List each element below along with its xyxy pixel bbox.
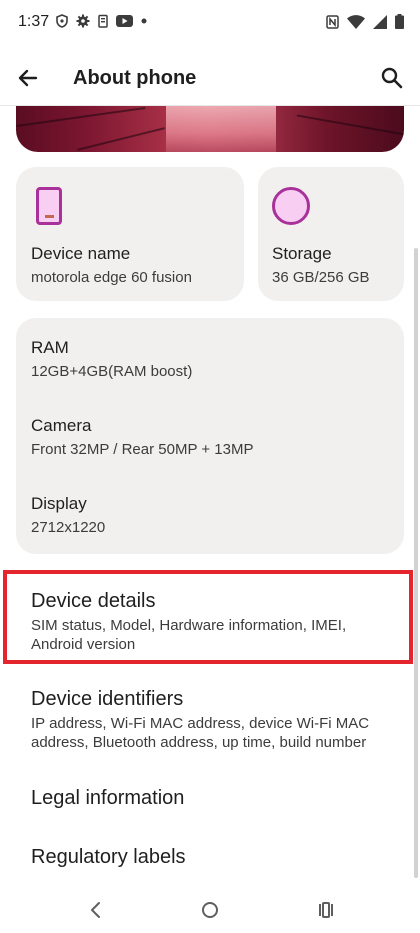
scrollbar[interactable] [414, 248, 418, 878]
status-right-icons [326, 14, 404, 29]
highlight-box [3, 570, 413, 664]
status-left-icons [56, 14, 147, 28]
ram-value: 12GB+4GB(RAM boost) [31, 363, 193, 380]
arrow-back-icon [18, 69, 38, 87]
nav-home-button[interactable] [196, 898, 224, 922]
back-button[interactable] [12, 62, 44, 94]
ram-label: RAM [31, 338, 69, 357]
settings-gear-icon [76, 14, 90, 28]
page-title: About phone [73, 67, 197, 89]
display-label: Display [31, 494, 87, 513]
wallpaper-line [77, 127, 165, 151]
regulatory-labels-title: Regulatory labels [31, 846, 186, 868]
wallpaper-preview[interactable] [16, 106, 404, 152]
wallpaper-sky [166, 106, 276, 152]
storage-circle-icon [272, 187, 310, 225]
nav-bar [0, 888, 420, 933]
dot-icon [141, 18, 147, 24]
device-name-value: motorola edge 60 fusion [31, 269, 192, 286]
wallpaper-line [296, 114, 404, 136]
phone-icon [36, 187, 62, 225]
wifi-icon [347, 14, 365, 29]
nav-back-button[interactable] [82, 898, 110, 922]
nav-recents-button[interactable] [310, 898, 338, 922]
display-value: 2712x1220 [31, 519, 106, 536]
nfc-icon [326, 14, 339, 29]
storage-label: Storage [272, 244, 332, 263]
storage-value: 36 GB/256 GB [272, 269, 370, 286]
status-bar: 1:37 [0, 0, 420, 44]
battery-saver-icon [98, 14, 108, 28]
battery-icon [395, 14, 404, 29]
signal-icon [373, 14, 387, 29]
vpn-shield-icon [56, 14, 68, 28]
legal-information-title: Legal information [31, 787, 185, 809]
camera-value: Front 32MP / Rear 50MP + 13MP [31, 441, 254, 458]
storage-card[interactable]: Storage 36 GB/256 GB [258, 167, 404, 301]
wallpaper-line [16, 106, 146, 128]
device-name-label: Device name [31, 244, 131, 263]
search-button[interactable] [376, 62, 408, 94]
app-bar: About phone [0, 50, 420, 106]
camera-label: Camera [31, 416, 92, 435]
device-identifiers-title: Device identifiers [31, 688, 184, 710]
device-name-card[interactable]: Device name motorola edge 60 fusion [16, 167, 244, 301]
status-time: 1:37 [18, 13, 50, 30]
home-nav-icon [202, 902, 218, 918]
search-icon [381, 67, 403, 89]
youtube-icon [116, 15, 133, 27]
back-nav-icon [91, 902, 100, 918]
recents-nav-icon [319, 902, 333, 918]
device-identifiers-subtitle: IP address, Wi-Fi MAC address, device Wi… [31, 715, 370, 751]
specs-card: RAM 12GB+4GB(RAM boost) Camera Front 32M… [16, 318, 404, 554]
